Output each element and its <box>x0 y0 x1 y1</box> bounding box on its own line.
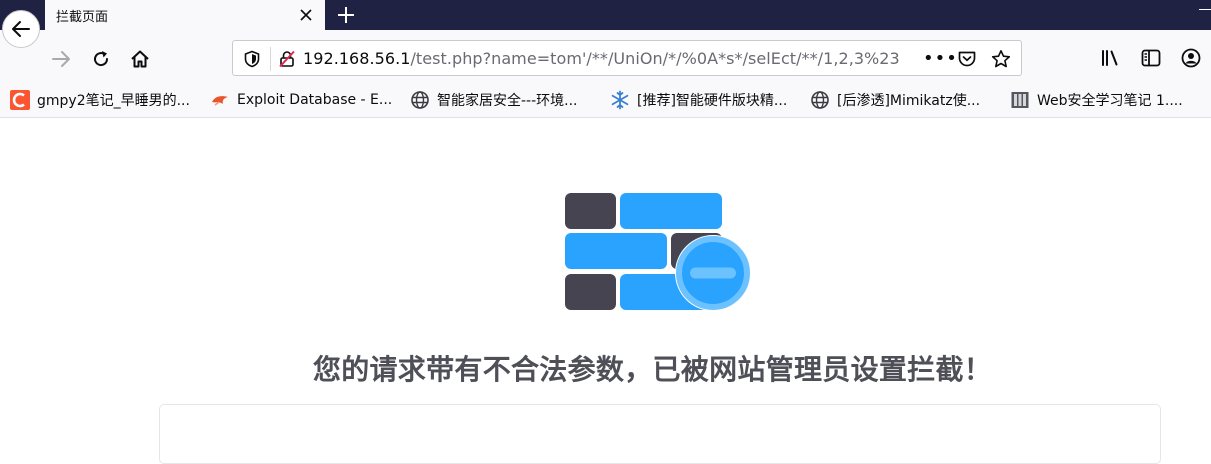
bookmark-item[interactable]: 智能家居安全---环境... <box>410 88 578 112</box>
reload-icon <box>94 51 109 67</box>
bookmark-item[interactable]: [后渗透]Mimikatz使... <box>810 88 980 112</box>
pocket-icon[interactable] <box>957 50 977 68</box>
snowflake-icon <box>610 90 630 110</box>
block-message: 您的请求带有不合法参数，已被网站管理员设置拦截！ <box>312 353 993 386</box>
reload-button[interactable] <box>84 42 118 76</box>
arrow-left-icon <box>12 21 30 37</box>
bookmarks-toolbar: gmpy2笔记_早睡男的... Exploit Database - E... … <box>0 82 1211 118</box>
bookmark-item[interactable]: Web安全学习笔记 1.... <box>1010 88 1183 112</box>
url-separator <box>270 47 271 71</box>
bookmark-label: [推荐]智能硬件版块精... <box>637 93 788 109</box>
book-icon <box>1010 90 1030 110</box>
sidebar-icon[interactable] <box>1140 48 1162 68</box>
globe-icon <box>810 90 830 110</box>
account-icon[interactable] <box>1180 47 1202 69</box>
bookmark-item[interactable]: gmpy2笔记_早睡男的... <box>10 88 190 112</box>
plus-icon[interactable] <box>334 3 358 27</box>
home-icon <box>131 50 149 68</box>
bookmark-label: gmpy2笔记_早睡男的... <box>37 93 190 109</box>
globe-icon <box>410 90 430 110</box>
bookmark-item[interactable]: [推荐]智能硬件版块精... <box>610 88 787 112</box>
url-bar[interactable]: 192.168.56.1/test.php?name=tom'/**/UniOn… <box>232 40 1022 76</box>
page-actions-button[interactable]: ••• <box>923 48 958 69</box>
bookmark-label: 智能家居安全---环境... <box>437 93 578 109</box>
tab-strip: 拦截页面 <box>0 0 1211 30</box>
insecure-lock-icon[interactable] <box>278 50 296 68</box>
details-card <box>159 404 1161 464</box>
csdn-icon <box>10 90 30 110</box>
forward-button[interactable] <box>44 42 78 76</box>
exploit-db-icon <box>210 90 230 110</box>
minimize-icon[interactable] <box>1199 9 1211 10</box>
close-icon[interactable] <box>297 6 315 24</box>
tracking-shield-icon[interactable] <box>243 50 261 68</box>
url-text[interactable]: 192.168.56.1/test.php?name=tom'/**/UniOn… <box>303 49 900 68</box>
page-content: 您的请求带有不合法参数，已被网站管理员设置拦截！ <box>0 118 1211 464</box>
back-button[interactable] <box>2 10 40 48</box>
blocked-firewall-icon <box>565 193 751 311</box>
arrow-right-icon <box>52 51 70 67</box>
bookmark-label: Web安全学习笔记 1.... <box>1037 93 1183 109</box>
library-icon[interactable] <box>1100 48 1122 68</box>
bookmark-item[interactable]: Exploit Database - E... <box>210 88 392 112</box>
tab-active[interactable]: 拦截页面 <box>45 0 325 30</box>
home-button[interactable] <box>123 42 157 76</box>
url-path: /test.php?name=tom'/**/UniOn/*/%0A*s*/se… <box>410 49 900 68</box>
bookmark-label: Exploit Database - E... <box>237 92 393 108</box>
bookmark-label: [后渗透]Mimikatz使... <box>837 93 981 109</box>
tab-title: 拦截页面 <box>56 9 109 25</box>
url-host: 192.168.56.1 <box>303 49 411 68</box>
bookmark-star-icon[interactable] <box>991 49 1011 69</box>
